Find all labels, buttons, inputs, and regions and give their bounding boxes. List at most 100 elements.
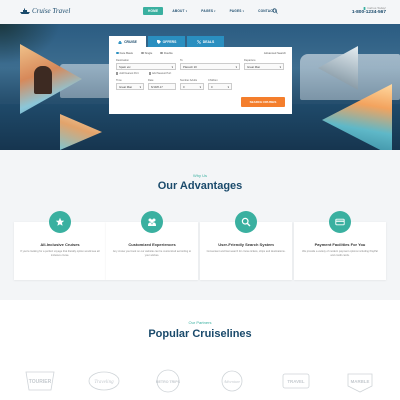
adults-select[interactable]: 0 ▾ [180,83,204,90]
chevron-down-icon: ▾ [171,64,173,69]
nav-pages-2[interactable]: PAGES▾ [225,7,249,15]
advantage-title: All-Inclusive Cruises [40,242,80,247]
brand-badge-graphic: MARBLE [347,373,373,393]
ship-icon [118,40,123,44]
tab-deals[interactable]: DEALS [187,36,224,47]
brand-badge-graphic: RETRO TRIPS [156,369,181,393]
phone-number[interactable]: 1-800-1234-567 [352,10,386,15]
date-value: 6/19/8-17 [151,84,163,89]
children-label: Children [208,79,218,82]
brand-logo-travel[interactable]: TRAVEL [276,368,316,394]
advantage-title: Payment Facilities For You [314,242,366,247]
advantage-desc: We provide a variety of modern payment o… [302,250,378,257]
advantages-section: Why Us Our Advantages All-Inclusive Crui… [0,150,400,300]
nearest-port-checkbox[interactable]: Add Nearest Port [148,72,172,75]
advantage-desc: Convenient and fast search for cruise ti… [206,250,286,253]
booking-tabs: CRUISE OFFERS DEALS [109,36,292,47]
main-nav: HOME ABOUT▾ PAGES▾ PAGES▾ CONTACTS [143,7,282,15]
time-field: Time Great Man ▾ [116,79,144,90]
tab-cruise[interactable]: CRUISE [109,36,146,47]
nav-pages-label: PAGES [229,9,242,13]
brand-logo-tourier[interactable]: TOURIER [20,368,60,394]
chevron-down-icon: ▾ [199,84,201,89]
brand-logo-marble[interactable]: MARBLE [340,368,380,394]
departure-value: Great Man [247,64,261,69]
site-logo[interactable]: Cruise Travel [20,7,70,15]
time-select[interactable]: Great Man ▾ [116,83,144,90]
nearest-port-checkbox[interactable]: Add Nearest Port [116,72,139,75]
brand-logo-adventure[interactable]: Adventure [212,368,252,394]
departure-field: Departure Great Man ▾ [244,59,284,70]
checkbox-box [148,72,151,75]
destination-label: Destination [116,59,129,62]
star-icon [55,217,65,226]
adults-value: 0 [183,84,185,89]
chevron-down-icon: ▾ [227,84,229,89]
nav-home-label: HOME [148,9,159,13]
cruiselines-title: Popular Cruiselines [148,328,252,340]
checkbox-label: Add Nearest Port [119,72,139,75]
nav-pages-1[interactable]: PAGES▾ [196,7,220,15]
tab-deals-label: DEALS [202,39,215,44]
advanced-search-link[interactable]: Advanced Search [264,51,286,55]
tab-offers[interactable]: OFFERS [148,36,185,47]
brand-badge-graphic: TRAVEL [282,373,310,389]
advantage-card: Payment Facilities For You We provide a … [294,211,386,280]
advantage-card: User-Friendly Search System Convenient a… [200,211,292,280]
radio-single[interactable]: Single [140,51,153,55]
departure-select[interactable]: Great Man ▾ [244,63,284,70]
brand-logos: TOURIER Traveling RETRO TRIPS Adventure … [20,368,380,394]
advantage-card: Customized Experiences Any cruise you bo… [106,211,198,280]
advantage-desc: If you're looking for a perfect voyage t… [20,250,100,257]
search-icon [241,217,251,227]
credit-card-icon [335,218,345,226]
brand-text: TRAVEL [287,379,305,384]
advantage-desc: Any cruise you book on our website can b… [112,250,192,257]
booking-row-3: Time Great Man ▾ Date 6/19/8-17 Number Ad… [116,79,285,90]
advantage-icon-circle [141,211,163,233]
advantage-title: User-Friendly Search System [218,242,274,247]
radio-label: Single [144,51,153,55]
nav-about[interactable]: ABOUT▾ [167,7,192,15]
cruiselines-eyebrow: Our Partners [188,320,212,325]
brand-text: TOURIER [29,379,52,385]
advantage-card: All-Inclusive Cruises If you're looking … [14,211,106,280]
destination-field: Destination Spain etc ▾ [116,59,176,70]
nav-home[interactable]: HOME [143,7,164,15]
brand-text: MARBLE [351,379,370,384]
advantages-title: Our Advantages [157,180,243,192]
nav-pages-label: PAGES [201,9,214,13]
nav-about-label: ABOUT [172,9,185,13]
chevron-down-icon: ▾ [139,84,141,89]
to-select[interactable]: Placesh 20 ▾ [180,63,240,70]
search-cruises-button[interactable]: SEARCH CRUISES [241,97,285,107]
children-select[interactable]: 0 ▾ [208,83,232,90]
destination-select[interactable]: Spain etc ▾ [116,63,176,70]
to-value: Placesh 20 [183,64,197,69]
radio-double[interactable]: Double [160,51,173,55]
brand-badge-graphic: Adventure [221,370,243,392]
call-box: Call us Today! 1-800-1234-567 [352,6,386,15]
couple-silhouette [34,66,52,94]
tag-icon [156,39,161,44]
brand-logo-traveling[interactable]: Traveling [84,368,124,394]
destination-value: Spain etc [119,64,131,69]
checkbox-label: Add Nearest Port [151,72,172,75]
people-icon [148,218,156,226]
chevron-down-icon: ▾ [185,10,188,13]
children-value: 0 [211,84,213,89]
to-field: To Placesh 20 ▾ [180,59,240,70]
fare-radios: Fare Basis Single Double [116,51,285,55]
brand-logo-retro-trips[interactable]: RETRO TRIPS [148,368,188,394]
tab-cruise-label: CRUISE [124,39,137,44]
brand-text: RETRO TRIPS [156,380,181,384]
chevron-down-icon: ▾ [279,64,281,69]
date-input[interactable]: 6/19/8-17 [148,83,176,90]
cruiselines-section: Our Partners Popular Cruiselines TOURIER… [0,300,400,400]
radio-label: Fare Basis [119,51,133,55]
percent-icon [197,39,201,44]
search-icon[interactable] [272,8,278,14]
radio-fare-basis[interactable]: Fare Basis [116,51,133,55]
radio-dot [160,51,163,55]
adults-field: Number Adults 0 ▾ [180,79,204,90]
